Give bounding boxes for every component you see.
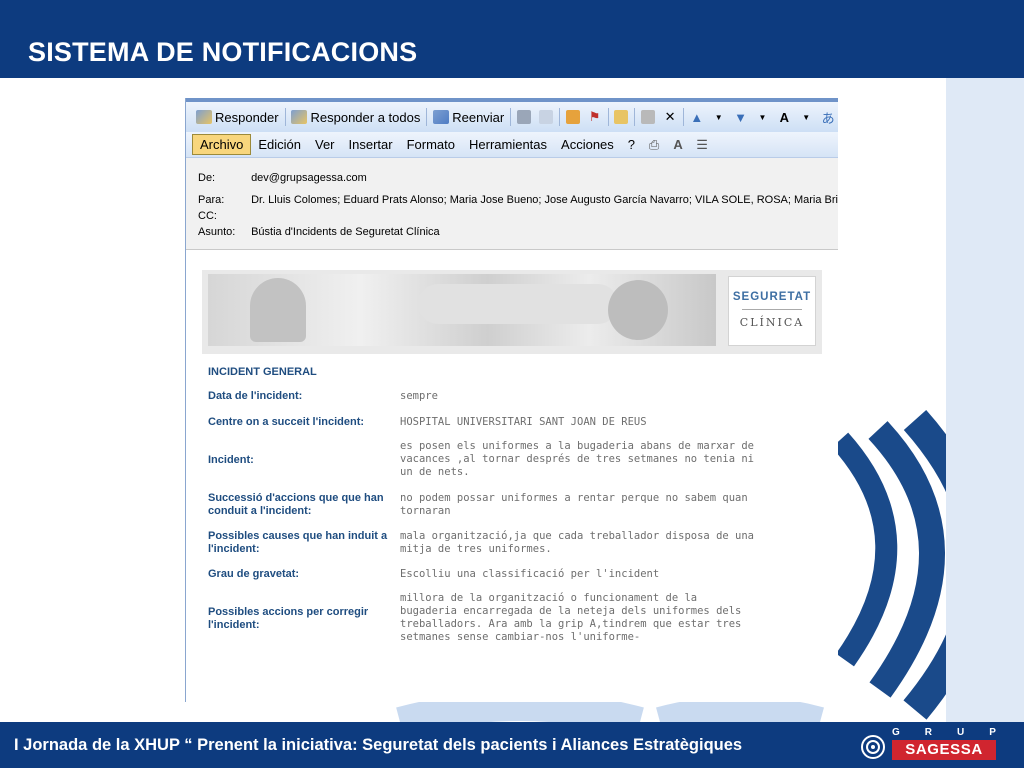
- subject-label: Asunto:: [198, 226, 236, 238]
- form-label: Incident:: [208, 454, 254, 466]
- form-label: Possibles accions per corregir l'inciden…: [208, 606, 369, 631]
- menu-edicion[interactable]: Edición: [251, 135, 308, 154]
- menu-acciones[interactable]: Acciones: [554, 135, 621, 154]
- form-label: Successió d'accions que que han conduit …: [208, 492, 384, 517]
- section-title: INCIDENT GENERAL: [208, 366, 317, 378]
- to-value: Dr. Lluis Colomes; Eduard Prats Alonso; …: [251, 194, 838, 206]
- form-label: Grau de gravetat:: [208, 568, 300, 580]
- flag-icon[interactable]: ⚑: [588, 109, 602, 125]
- form-value: mala organització,ja que cada treballado…: [400, 530, 755, 555]
- toolbar-separator: [607, 108, 609, 126]
- logo-letter: R: [924, 727, 933, 738]
- forward-icon: [433, 110, 450, 124]
- from-row: De: dev@grupsagessa.com: [198, 172, 367, 184]
- move-icon[interactable]: [565, 110, 580, 124]
- reply-all-icon: [291, 110, 308, 124]
- menu-formato[interactable]: Formato: [400, 135, 462, 154]
- previous-icon[interactable]: ▲: [690, 110, 704, 125]
- form-value: es posen els uniformes a la bugaderia ab…: [400, 440, 755, 478]
- forward-button[interactable]: Reenviar: [429, 106, 508, 128]
- toolbar-separator: [682, 108, 684, 126]
- logo-line2: CLÍNICA: [739, 316, 805, 329]
- banner: SEGURETAT CLÍNICA: [202, 270, 822, 354]
- reply-all-button[interactable]: Responder a todos: [287, 106, 424, 128]
- message-body: SEGURETAT CLÍNICA INCIDENT GENERAL Data …: [186, 250, 838, 702]
- form-label: Possibles causes que han induit a l'inci…: [208, 530, 388, 555]
- chevron-down-icon[interactable]: ▼: [756, 113, 770, 122]
- footer-band: I Jornada de la XHUP “ Prenent la inicia…: [0, 722, 1024, 768]
- to-label: Para:: [198, 194, 225, 206]
- font-size-icon[interactable]: A: [777, 110, 791, 125]
- toolbar-separator: [558, 108, 560, 126]
- logo-line1: SEGURETAT: [732, 291, 812, 303]
- chevron-down-icon[interactable]: ▼: [712, 113, 726, 122]
- form-label: Centre on a succeit l'incident:: [208, 416, 365, 428]
- seguretat-clinica-logo: SEGURETAT CLÍNICA: [728, 276, 816, 346]
- list-icon[interactable]: ☰: [694, 137, 710, 153]
- banner-photo: [208, 274, 716, 346]
- folder-icon[interactable]: [614, 110, 629, 124]
- chevron-down-icon[interactable]: ▼: [799, 113, 813, 122]
- menu-herramientas[interactable]: Herramientas: [462, 135, 554, 154]
- to-row: Para: Dr. Lluis Colomes; Eduard Prats Al…: [198, 194, 838, 206]
- cc-label: CC:: [198, 210, 217, 222]
- footer-text: I Jornada de la XHUP “ Prenent la inicia…: [14, 736, 743, 754]
- logo-letter: U: [957, 727, 965, 738]
- next-icon[interactable]: ▼: [734, 110, 748, 125]
- logo-letter: G: [892, 727, 900, 738]
- form-value: sempre: [400, 390, 438, 402]
- from-label: De:: [198, 172, 216, 184]
- subject-value: Bústia d'Incidents de Seguretat Clínica: [251, 226, 440, 238]
- delete-icon[interactable]: ✕: [663, 109, 677, 125]
- sagessa-mark-icon: [861, 735, 885, 759]
- menu-bar: Archivo Edición Ver Insertar Formato Her…: [186, 132, 838, 158]
- cc-row: CC:: [198, 210, 248, 222]
- menu-ver[interactable]: Ver: [308, 135, 342, 154]
- font-color-icon[interactable]: A: [670, 137, 686, 152]
- toolbar: Responder Responder a todos Reenviar ⚑ ✕: [186, 98, 838, 132]
- logo-grup: G R U P: [892, 727, 996, 738]
- toolbar-separator: [426, 108, 428, 126]
- reply-icon: [196, 110, 212, 124]
- menu-insertar[interactable]: Insertar: [342, 135, 400, 154]
- print-icon[interactable]: [517, 110, 532, 124]
- slide-title: SISTEMA DE NOTIFICACIONS: [28, 37, 418, 67]
- print-icon[interactable]: ⎙: [646, 137, 662, 153]
- message-headers: De: dev@grupsagessa.com Para: Dr. Lluis …: [186, 158, 838, 250]
- toolbar-separator: [510, 108, 512, 126]
- copy-icon[interactable]: [539, 110, 553, 124]
- logo-letter: P: [989, 727, 996, 738]
- reply-all-label: Responder a todos: [310, 109, 421, 125]
- from-value: dev@grupsagessa.com: [251, 172, 367, 184]
- sagessa-logo: G R U P SAGESSA: [858, 726, 1008, 764]
- subject-row: Asunto: Bústia d'Incidents de Seguretat …: [198, 226, 440, 238]
- translate-icon[interactable]: あ: [821, 108, 835, 127]
- side-strip: [946, 78, 1024, 722]
- reply-button[interactable]: Responder: [192, 106, 283, 128]
- toolbar-separator: [634, 108, 636, 126]
- email-window: Responder Responder a todos Reenviar ⚑ ✕: [185, 98, 838, 702]
- menu-archivo[interactable]: Archivo: [192, 134, 252, 155]
- title-band: SISTEMA DE NOTIFICACIONS: [0, 0, 1024, 78]
- form-value: Escolliu una classificació per l'inciden…: [400, 568, 660, 580]
- forward-label: Reenviar: [452, 109, 505, 125]
- slide: SISTEMA DE NOTIFICACIONS Responder Respo…: [0, 0, 1024, 768]
- form-label: Data de l'incident:: [208, 390, 303, 402]
- logo-name: SAGESSA: [892, 740, 996, 760]
- toolbar-separator: [284, 108, 286, 126]
- junk-icon[interactable]: [641, 110, 656, 124]
- menu-help[interactable]: ?: [621, 135, 642, 154]
- form-value: HOSPITAL UNIVERSITARI SANT JOAN DE REUS: [400, 416, 647, 428]
- form-value: no podem possar uniformes a rentar perqu…: [400, 492, 748, 517]
- form-value: millora de la organització o funcionamen…: [400, 592, 742, 643]
- reply-label: Responder: [215, 109, 279, 125]
